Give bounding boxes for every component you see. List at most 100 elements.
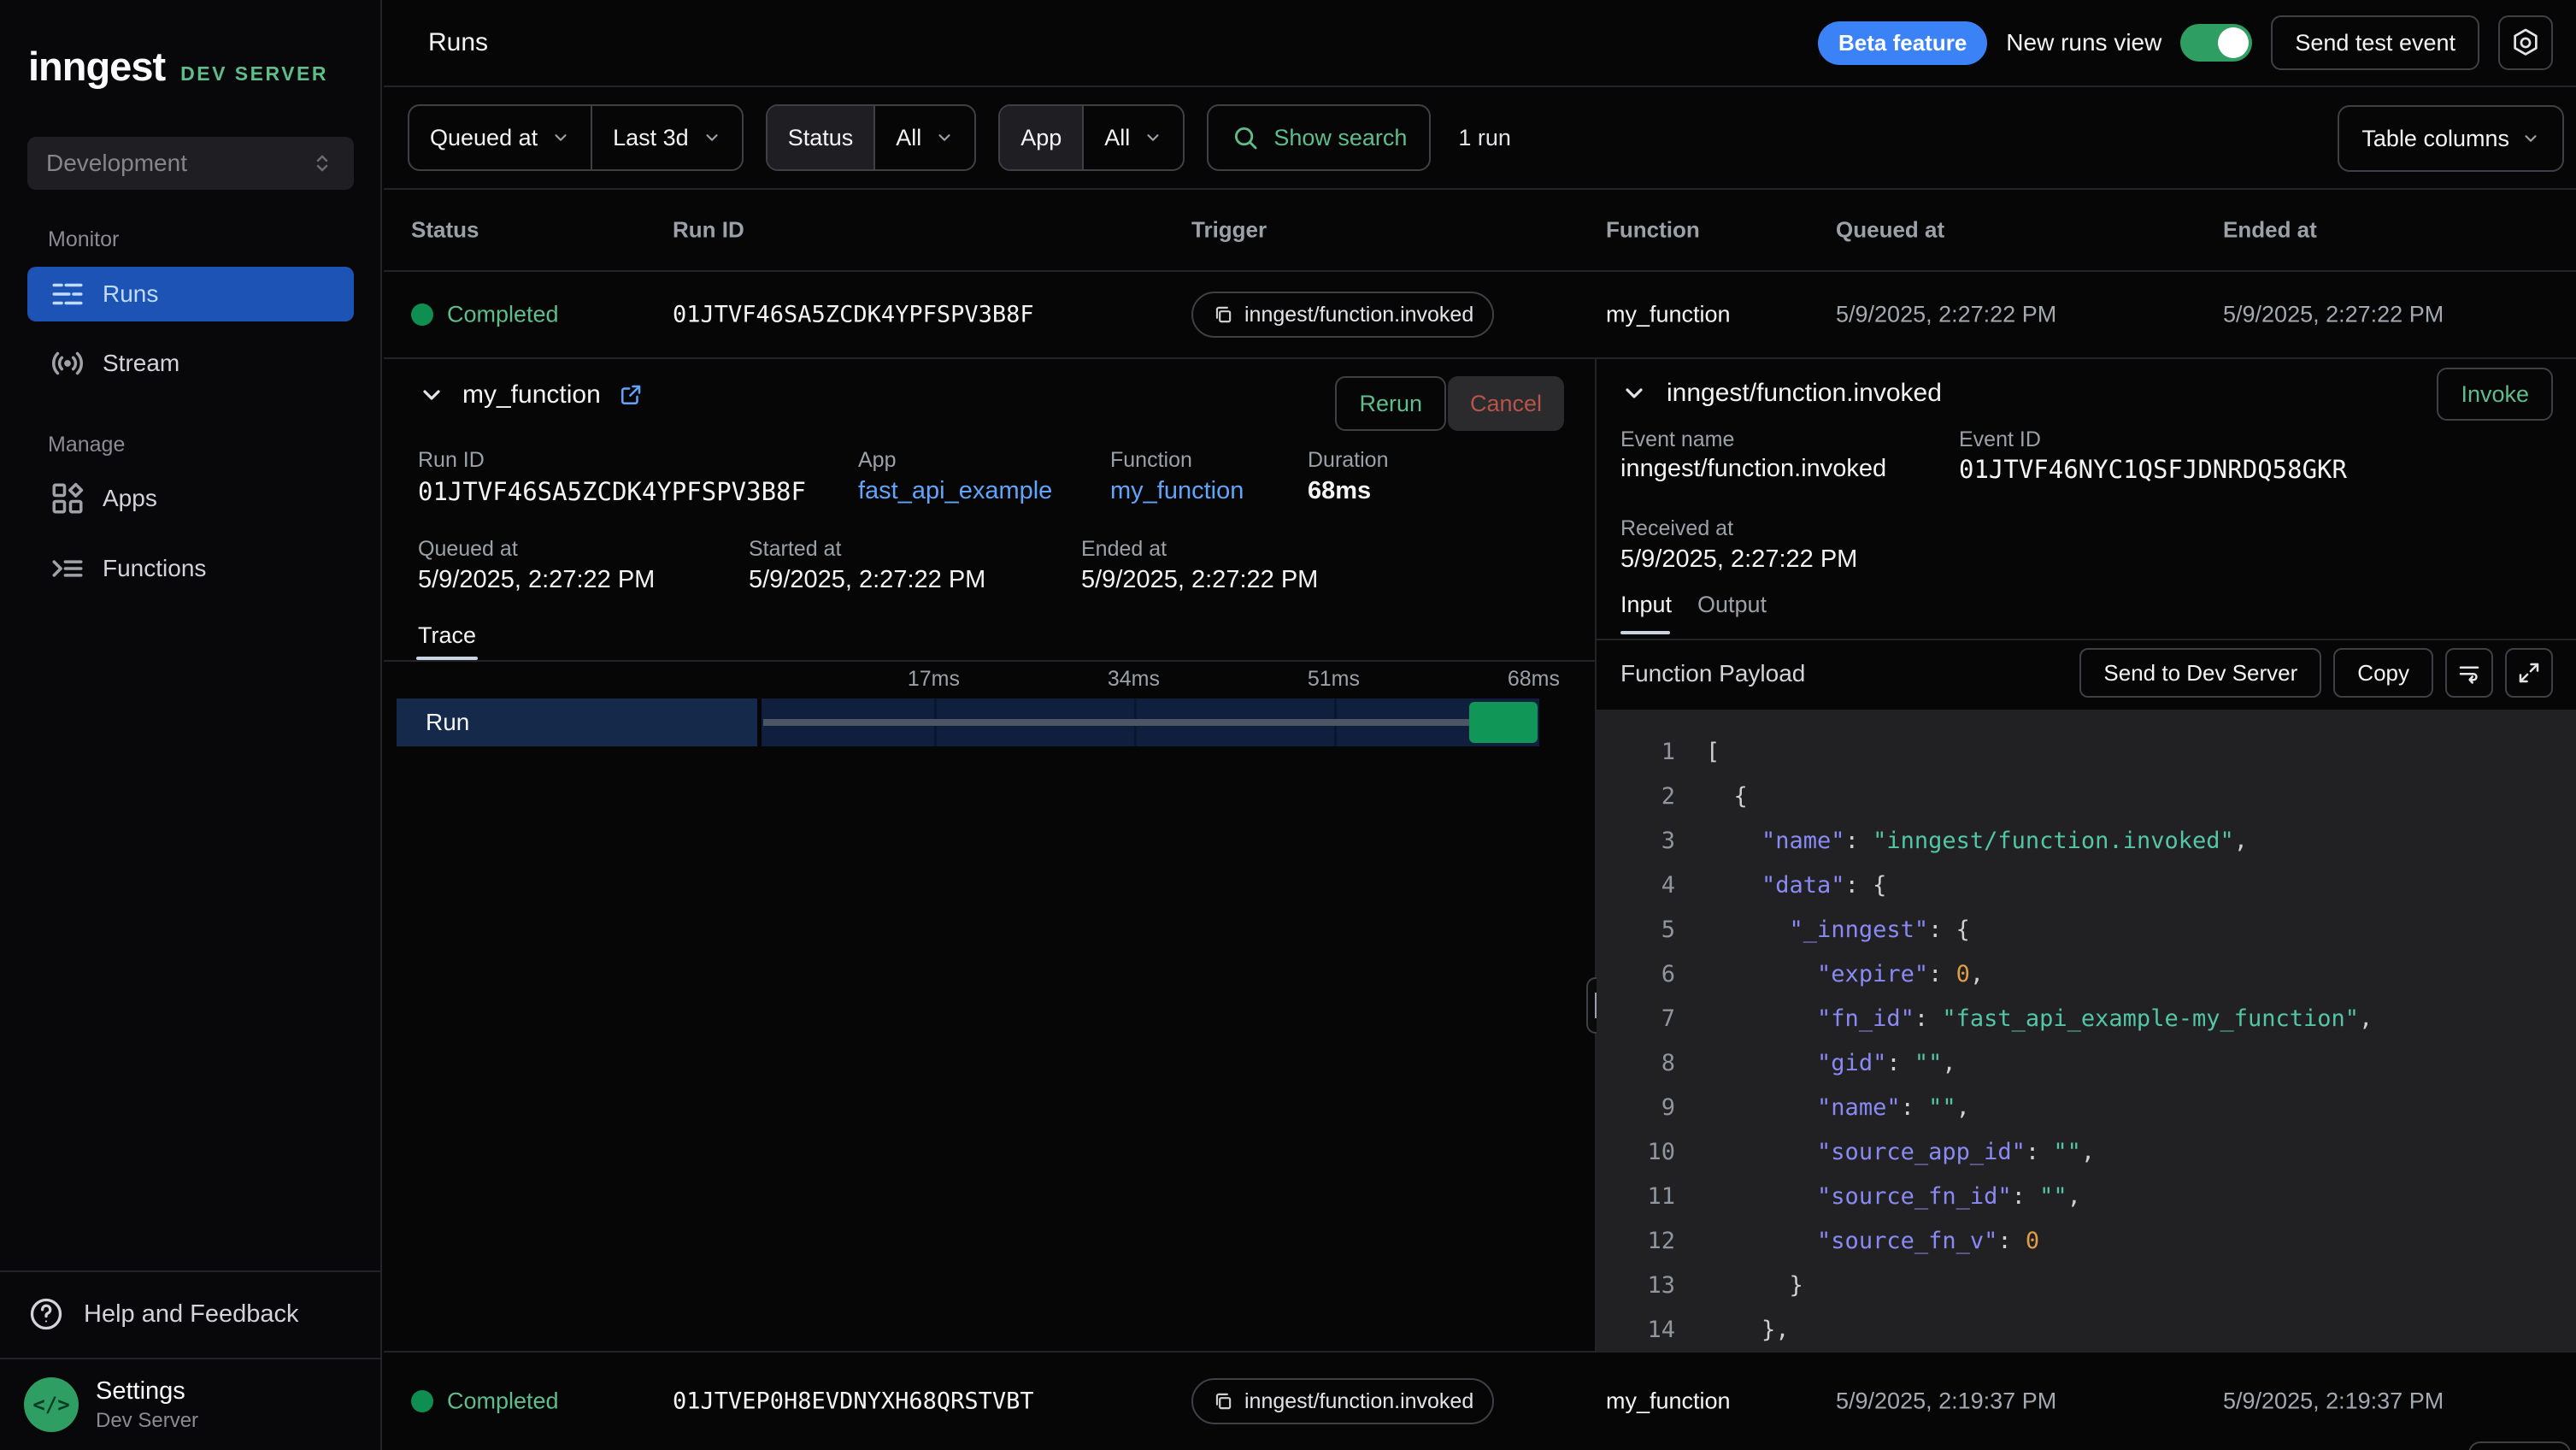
line-number: 9: [1597, 1086, 1675, 1130]
sidebar-item-stream[interactable]: Stream: [27, 336, 354, 391]
expand-button[interactable]: [2505, 648, 2553, 698]
app-filter-dropdown[interactable]: All: [1082, 106, 1183, 169]
beta-feature-badge: Beta feature: [1818, 21, 1987, 65]
workspace-select[interactable]: Development: [27, 137, 354, 190]
invoke-button[interactable]: Invoke: [2437, 368, 2553, 421]
tab-trace[interactable]: Trace: [418, 622, 476, 649]
queued-at-value: 5/9/2025, 2:27:22 PM: [418, 566, 655, 594]
table-columns-button[interactable]: Table columns: [2338, 105, 2564, 172]
chevron-down-icon: [935, 128, 954, 147]
status-filter-dropdown[interactable]: All: [873, 106, 974, 169]
ended-at: 5/9/2025, 2:27:22 PM: [2223, 302, 2444, 328]
settings-subtitle: Dev Server: [96, 1409, 198, 1433]
line-number: 6: [1597, 952, 1675, 997]
trigger-pill[interactable]: inngest/function.invoked: [1191, 1378, 1494, 1424]
started-at-label: Started at: [749, 537, 841, 562]
function-link[interactable]: my_function: [1110, 477, 1244, 505]
stream-icon: [50, 345, 85, 381]
trace-run-row[interactable]: Run: [397, 698, 1539, 746]
table-row[interactable]: Completed 01JTVF46SA5ZCDK4YPFSPV3B8F inn…: [384, 272, 2576, 359]
copy-button[interactable]: Copy: [2333, 648, 2433, 698]
function-label: Function: [1110, 448, 1192, 473]
ended-at-label: Ended at: [1081, 537, 1167, 562]
chevron-down-icon: [2521, 129, 2540, 148]
chevron-down-icon: [551, 128, 570, 147]
run-id-value: 01JTVF46SA5ZCDK4YPFSPV3B8F: [418, 477, 806, 506]
line-number: 11: [1597, 1175, 1675, 1219]
external-link-icon[interactable]: [618, 382, 644, 408]
sidebar-item-label: Runs: [103, 280, 158, 308]
time-range-dropdown[interactable]: Last 3d: [591, 106, 742, 169]
tab-input[interactable]: Input: [1620, 592, 1672, 618]
queued-at-label: Queued at: [418, 537, 518, 562]
settings-title: Settings: [96, 1377, 198, 1406]
execution-span-bar: [1469, 702, 1538, 743]
help-and-feedback[interactable]: Help and Feedback: [0, 1270, 380, 1356]
line-number: 7: [1597, 997, 1675, 1041]
sidebar-section-manage: Manage: [48, 433, 125, 457]
event-name-value: inngest/function.invoked: [1620, 455, 1886, 483]
status-dot: [411, 304, 433, 326]
duration-value: 68ms: [1308, 477, 1371, 505]
line-number: 14: [1597, 1308, 1675, 1351]
event-title: inngest/function.invoked: [1667, 379, 1942, 408]
line-number: 5: [1597, 908, 1675, 952]
rerun-button[interactable]: Rerun: [1335, 376, 1446, 431]
sidebar-item-functions[interactable]: Functions: [27, 541, 354, 596]
chevron-down-icon: [1144, 128, 1162, 147]
table-row[interactable]: Completed 01JTVEP0H8EVDNYXH68QRSTVBT inn…: [384, 1351, 2576, 1450]
line-number: 12: [1597, 1219, 1675, 1264]
app-filter-group: App All: [998, 104, 1185, 171]
trigger-pill[interactable]: inngest/function.invoked: [1191, 292, 1494, 338]
page-title: Runs: [428, 28, 488, 57]
word-wrap-button[interactable]: [2445, 648, 2493, 698]
send-test-event-button[interactable]: Send test event: [2271, 15, 2479, 70]
sidebar-section-monitor: Monitor: [48, 227, 119, 252]
tab-output[interactable]: Output: [1697, 592, 1767, 618]
sidebar-item-apps[interactable]: Apps: [27, 471, 354, 526]
cancel-button[interactable]: Cancel: [1448, 376, 1564, 431]
app-filter-value: All: [1104, 125, 1130, 151]
sidebar-item-runs[interactable]: Runs: [27, 267, 354, 321]
trace-timeline: 17ms 34ms 51ms 68ms Run: [384, 662, 1595, 1351]
line-number: 1: [1597, 730, 1675, 775]
inngest-logo: inngest: [28, 43, 165, 90]
code-line: 1[: [1597, 730, 2576, 775]
sidebar: inngest DEV SERVER Development Monitor R…: [0, 0, 382, 1450]
started-at-value: 5/9/2025, 2:27:22 PM: [749, 566, 985, 594]
time-field-dropdown[interactable]: Queued at: [409, 106, 591, 169]
search-icon: [1231, 123, 1260, 152]
new-runs-view-toggle[interactable]: [2180, 24, 2252, 62]
time-range-value: Last 3d: [613, 125, 689, 151]
collapse-chevron-icon[interactable]: [1620, 380, 1648, 407]
send-to-dev-server-button[interactable]: Send to Dev Server: [2079, 648, 2321, 698]
payload-code-editor[interactable]: 1[2 {3 "name": "inngest/function.invoked…: [1597, 710, 2576, 1351]
code-line: 11 "source_fn_id": "",: [1597, 1175, 2576, 1219]
tabs-divider: [1597, 639, 2576, 640]
line-number: 8: [1597, 1041, 1675, 1086]
col-ended-at: Ended at: [2223, 217, 2317, 244]
show-search-button[interactable]: Show search: [1207, 104, 1431, 171]
settings-gear-button[interactable]: [2498, 15, 2553, 70]
collapse-chevron-icon[interactable]: [418, 381, 445, 409]
app-label: App: [858, 448, 896, 473]
status-badge: Completed: [447, 1388, 559, 1415]
sidebar-item-label: Apps: [103, 485, 157, 512]
time-marker: 34ms: [1023, 667, 1160, 692]
run-id: 01JTVEP0H8EVDNYXH68QRSTVBT: [673, 1388, 1034, 1415]
col-function: Function: [1606, 217, 1700, 244]
run-id-label: Run ID: [418, 448, 485, 473]
event-icon: [1212, 304, 1234, 326]
gear-icon: [2509, 27, 2542, 59]
dev-server-avatar: </>: [24, 1377, 79, 1432]
time-field-value: Queued at: [430, 125, 538, 151]
word-wrap-icon: [2456, 660, 2482, 686]
show-search-label: Show search: [1273, 125, 1407, 151]
code-line: 9 "name": "",: [1597, 1086, 2576, 1130]
sidebar-item-label: Functions: [103, 555, 206, 582]
app-link[interactable]: fast_api_example: [858, 477, 1052, 505]
line-number: 13: [1597, 1264, 1675, 1308]
time-marker: 17ms: [823, 667, 960, 692]
col-run-id: Run ID: [673, 217, 744, 244]
settings-entry[interactable]: </> Settings Dev Server: [0, 1358, 380, 1450]
